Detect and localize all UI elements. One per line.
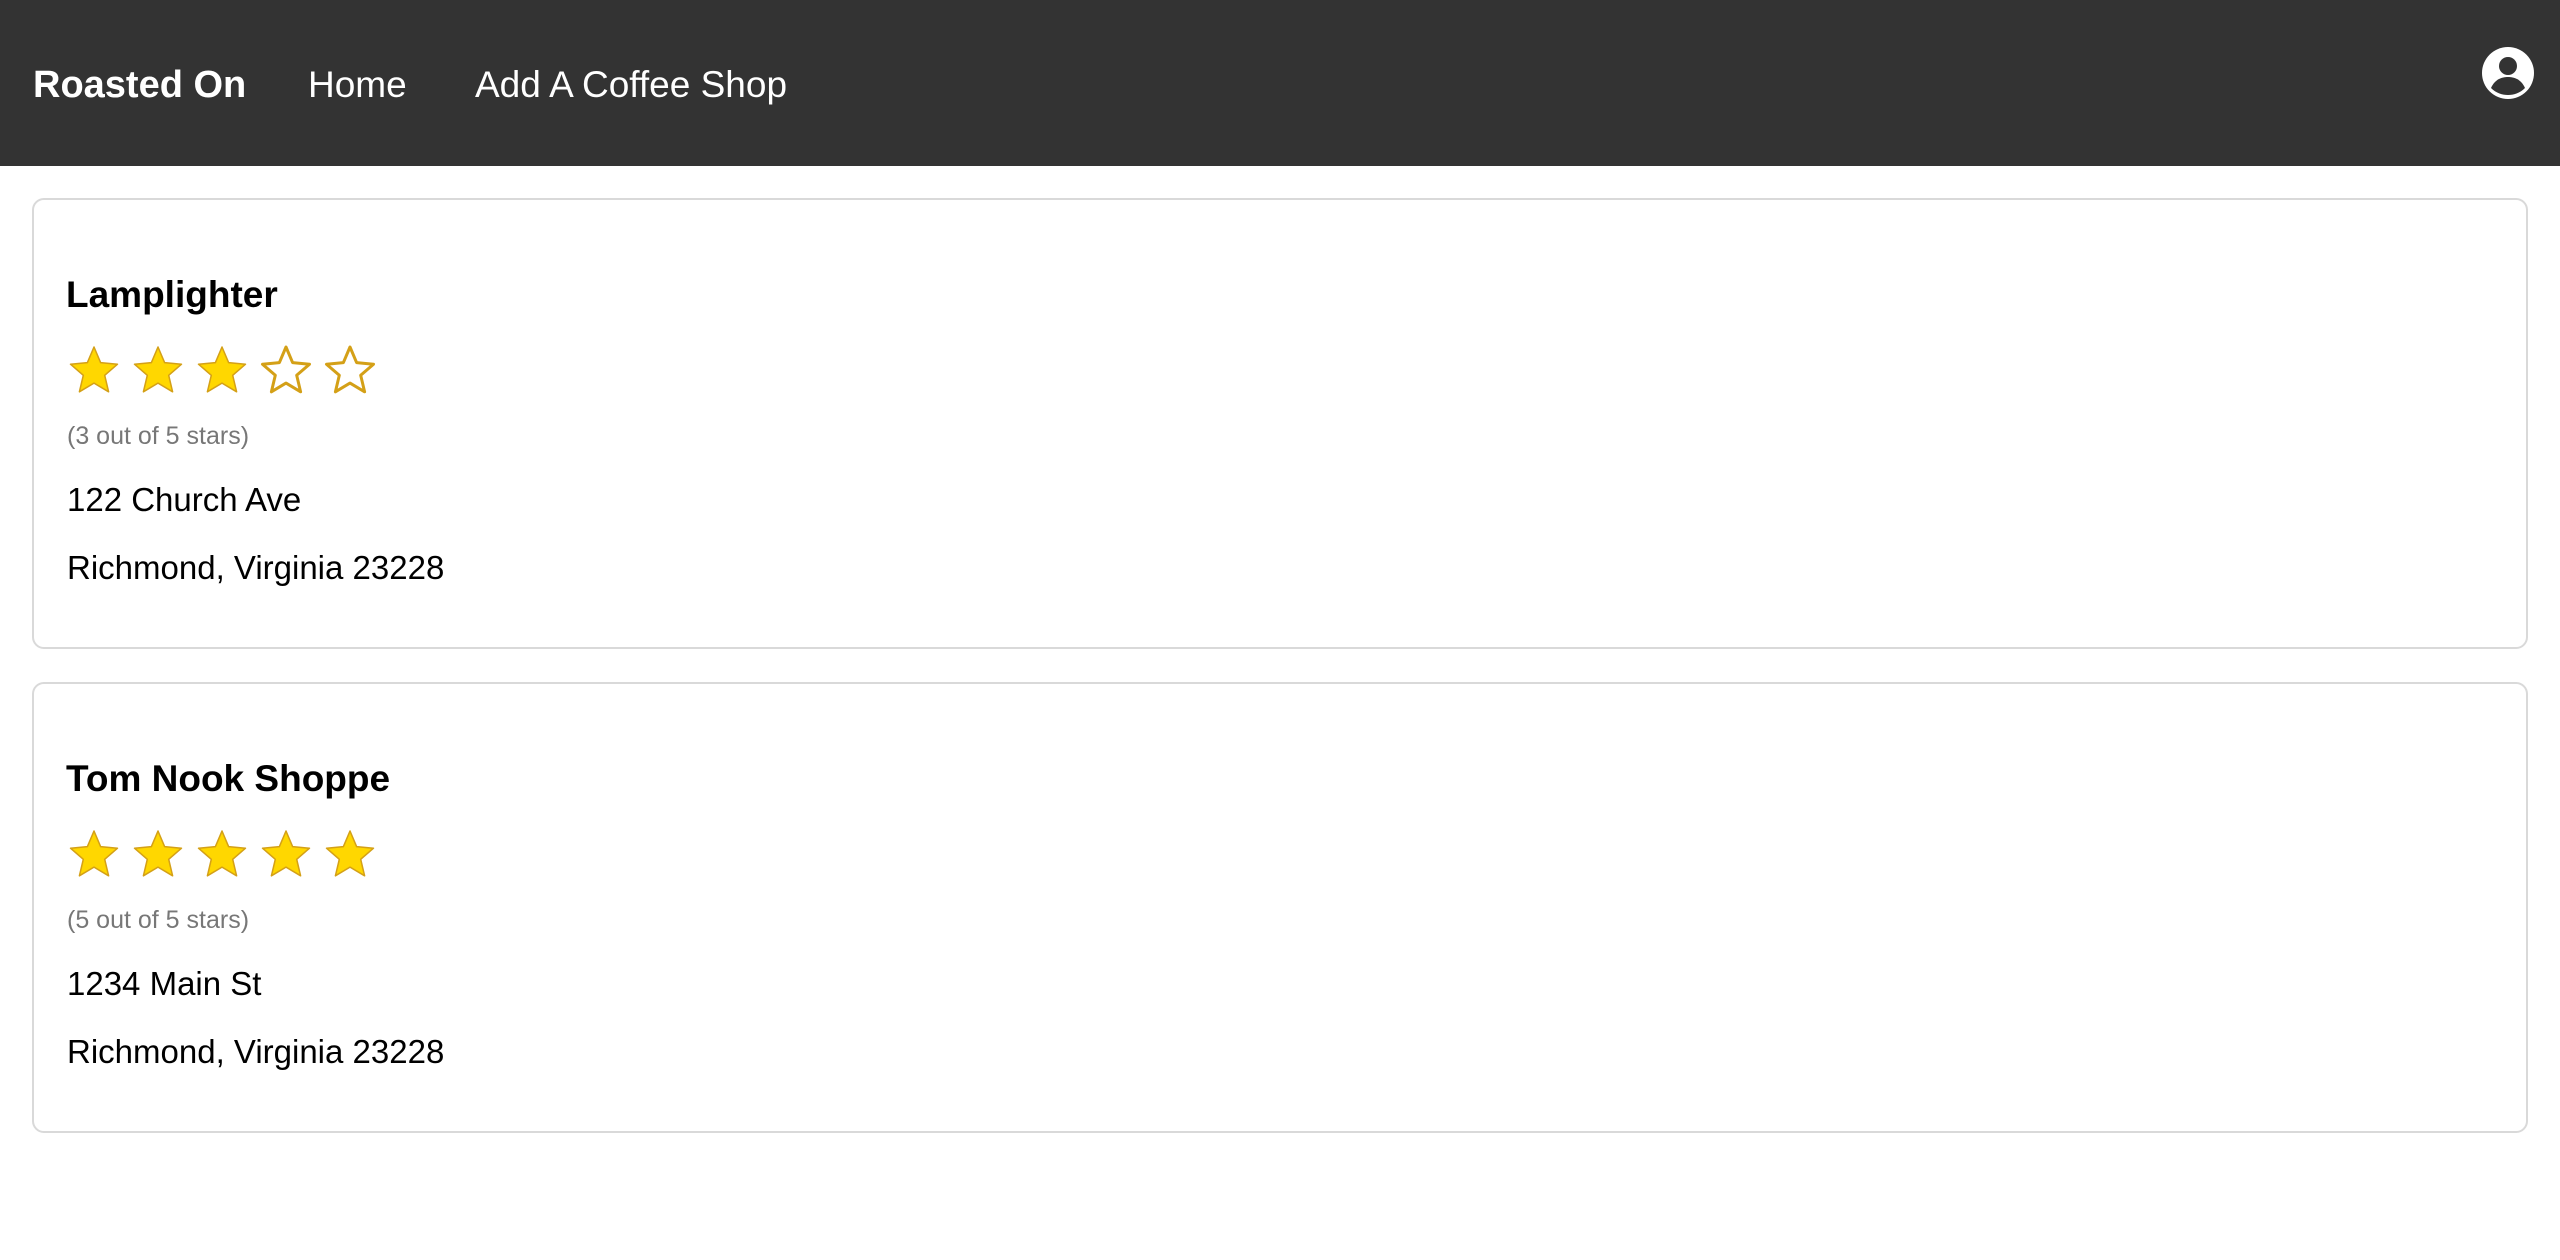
star-filled-icon	[69, 346, 119, 393]
nav-link-add-coffee-shop[interactable]: Add A Coffee Shop	[475, 60, 787, 110]
star-rating	[68, 344, 376, 400]
shop-card: Lamplighter (3 out of 5 stars) 122 Churc…	[32, 198, 2528, 649]
nav-link-home[interactable]: Home	[308, 60, 407, 110]
star-filled-icon	[197, 830, 247, 877]
brand-link[interactable]: Roasted On	[33, 60, 246, 110]
star-rating	[68, 828, 376, 884]
shop-card: Tom Nook Shoppe (5 out of 5 stars) 1234 …	[32, 682, 2528, 1133]
star-filled-icon	[69, 830, 119, 877]
street-address: 122 Church Ave	[67, 481, 302, 518]
star-outline-icon	[325, 345, 375, 394]
star-filled-icon	[197, 346, 247, 393]
city-state-zip: Richmond, Virginia 23228	[67, 549, 445, 586]
star-filled-icon	[133, 830, 183, 877]
shop-name: Lamplighter	[66, 274, 278, 315]
street-address: 1234 Main St	[67, 965, 262, 1002]
shop-name: Tom Nook Shoppe	[66, 758, 391, 799]
rating-text: (5 out of 5 stars)	[67, 906, 250, 934]
star-filled-icon	[325, 830, 375, 877]
star-filled-icon	[261, 830, 311, 877]
user-circle-icon[interactable]	[2482, 47, 2534, 99]
top-navbar: Roasted On Home Add A Coffee Shop	[0, 0, 2560, 166]
star-filled-icon	[133, 346, 183, 393]
rating-text: (3 out of 5 stars)	[67, 422, 250, 450]
star-outline-icon	[261, 345, 311, 394]
city-state-zip: Richmond, Virginia 23228	[67, 1033, 445, 1070]
